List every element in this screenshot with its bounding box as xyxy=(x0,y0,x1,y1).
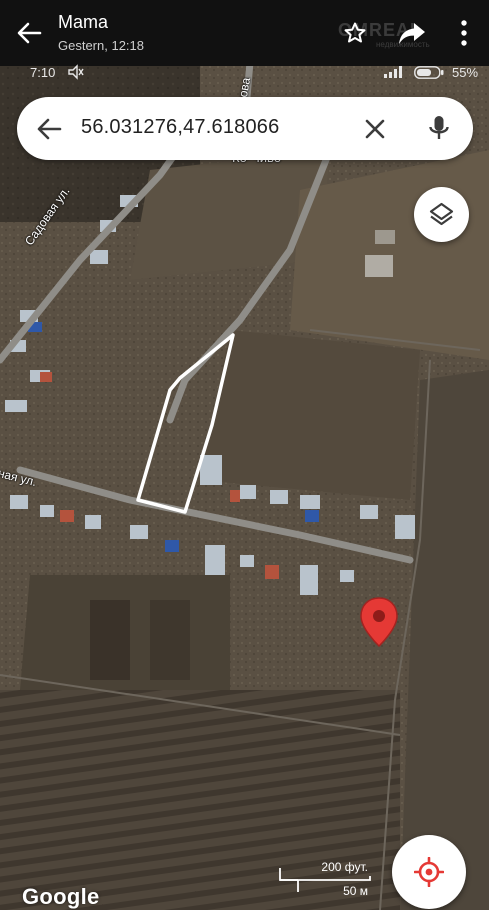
chat-contact-name: Mama xyxy=(58,12,109,32)
map-scale: 200 фут. 50 м xyxy=(278,858,374,898)
signal-icon xyxy=(384,66,402,78)
microphone-icon[interactable] xyxy=(427,114,451,144)
my-location-button[interactable] xyxy=(392,835,466,909)
my-location-icon xyxy=(414,857,444,887)
share-icon[interactable] xyxy=(398,20,426,46)
status-bar: 7:10 55% xyxy=(0,62,489,84)
chat-message-time: Gestern, 12:18 xyxy=(58,38,144,53)
chat-app-bar: Mama Gestern, 12:18 OMREAL недвижимость xyxy=(0,0,489,66)
silent-mode-icon xyxy=(68,64,84,80)
star-outline-icon[interactable] xyxy=(343,21,367,45)
google-logo: Google xyxy=(22,884,100,909)
arrow-left-icon[interactable] xyxy=(35,115,63,143)
status-time: 7:10 xyxy=(30,65,56,80)
layers-button[interactable] xyxy=(414,187,469,242)
battery-percent: 55% xyxy=(452,65,479,80)
battery-icon xyxy=(414,66,444,79)
search-input[interactable]: 56.031276,47.618066 xyxy=(81,116,279,139)
scale-meters: 50 м xyxy=(343,884,368,898)
arrow-left-icon[interactable] xyxy=(14,18,44,48)
map-screen: Садовая ул. ная ул. Садова Ко-Чиво Mama … xyxy=(0,0,489,910)
close-icon[interactable] xyxy=(363,117,387,141)
search-box[interactable]: 56.031276,47.618066 xyxy=(17,97,473,160)
more-vertical-icon[interactable] xyxy=(452,18,476,48)
map-pin-icon[interactable] xyxy=(358,596,400,648)
layers-icon xyxy=(429,202,454,226)
